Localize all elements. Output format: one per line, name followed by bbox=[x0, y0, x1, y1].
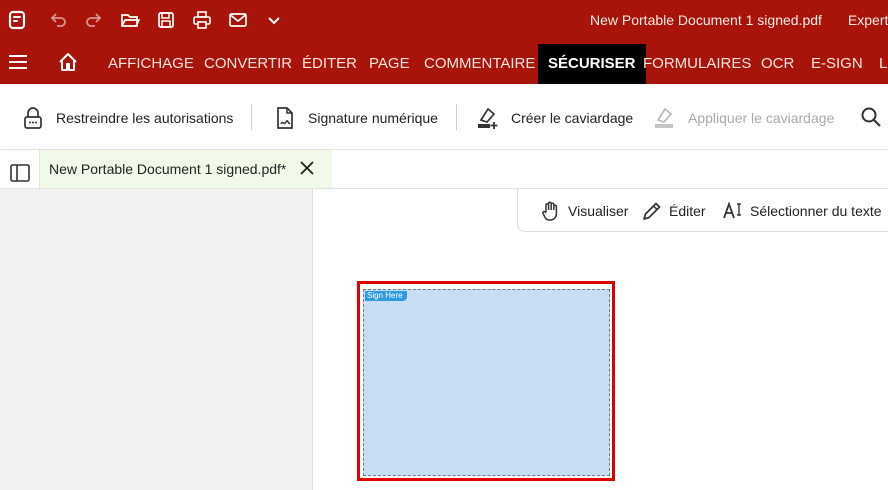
redaction-marker-icon bbox=[478, 107, 498, 129]
panel-toggle-icon[interactable] bbox=[9, 162, 31, 184]
tab-ocr[interactable]: OCR bbox=[761, 40, 794, 84]
tab-e-sign[interactable]: E-SIGN bbox=[811, 40, 863, 84]
restrict-permissions-button[interactable]: Restreindre les autorisations bbox=[22, 104, 233, 132]
sign-here-tag: Sign Here bbox=[365, 291, 407, 301]
digital-signature-label: Signature numérique bbox=[308, 110, 438, 126]
menu-bar: AFFICHAGE CONVERTIR ÉDITER PAGE COMMENTA… bbox=[0, 40, 888, 84]
digital-signature-button[interactable]: Signature numérique bbox=[274, 104, 438, 132]
save-icon[interactable] bbox=[153, 8, 179, 32]
lock-icon bbox=[24, 107, 42, 129]
signature-document-icon bbox=[277, 107, 293, 129]
view-tools-toolbar: Visualiser Éditer Sélectionner du texte bbox=[517, 189, 888, 232]
create-redaction-button[interactable]: Créer le caviardage bbox=[477, 104, 633, 132]
apply-redaction-label: Appliquer le caviardage bbox=[688, 110, 835, 126]
redo-icon[interactable] bbox=[81, 8, 107, 32]
app-edition: Expert bbox=[847, 12, 888, 28]
tab-page[interactable]: PAGE bbox=[369, 40, 410, 84]
hand-icon bbox=[542, 201, 558, 221]
edit-tool-label: Éditer bbox=[669, 203, 706, 219]
title-bar: New Portable Document 1 signed.pdf Expert bbox=[0, 0, 888, 40]
document-tab[interactable]: New Portable Document 1 signed.pdf* bbox=[40, 150, 332, 188]
restrict-permissions-label: Restreindre les autorisations bbox=[56, 110, 234, 126]
select-text-tool-label: Sélectionner du texte bbox=[750, 203, 882, 219]
tab-commentaire[interactable]: COMMENTAIRE bbox=[424, 40, 535, 84]
text-cursor-icon bbox=[723, 201, 741, 219]
ribbon-divider bbox=[456, 104, 457, 130]
apply-redaction-icon bbox=[655, 107, 673, 128]
ribbon-divider bbox=[251, 104, 252, 130]
mail-icon[interactable] bbox=[225, 8, 251, 32]
view-tool-label: Visualiser bbox=[568, 203, 629, 219]
apply-redaction-button[interactable]: Appliquer le caviardage bbox=[654, 104, 834, 132]
tab-convertir[interactable]: CONVERTIR bbox=[204, 40, 292, 84]
create-redaction-label: Créer le caviardage bbox=[511, 110, 634, 126]
tab-lo[interactable]: LO bbox=[879, 40, 888, 84]
document-tab-name: New Portable Document 1 signed.pdf* bbox=[49, 161, 287, 177]
thumbnail-area bbox=[0, 189, 312, 490]
signature-field-area[interactable]: Sign Here bbox=[363, 289, 610, 476]
tab-securiser[interactable]: SÉCURISER bbox=[538, 44, 646, 84]
home-icon[interactable] bbox=[57, 51, 79, 73]
signature-field[interactable]: Sign Here bbox=[357, 281, 615, 481]
view-tool-button[interactable]: Visualiser bbox=[540, 199, 628, 223]
search-icon[interactable] bbox=[860, 106, 882, 128]
edit-tool-button[interactable]: Éditer bbox=[641, 199, 706, 223]
pencil-icon bbox=[643, 202, 661, 220]
chevron-down-icon[interactable] bbox=[261, 8, 287, 32]
tab-formulaires[interactable]: FORMULAIRES bbox=[643, 40, 751, 84]
ribbon-toolbar: Restreindre les autorisations Signature … bbox=[0, 84, 888, 150]
document-title: New Portable Document 1 signed.pdf bbox=[590, 12, 822, 28]
hamburger-menu-icon[interactable] bbox=[8, 53, 28, 71]
undo-icon[interactable] bbox=[45, 8, 71, 32]
print-icon[interactable] bbox=[189, 8, 215, 32]
select-text-tool-button[interactable]: Sélectionner du texte bbox=[722, 199, 882, 223]
close-icon[interactable] bbox=[298, 159, 316, 177]
app-logo-icon[interactable] bbox=[4, 8, 30, 32]
open-folder-icon[interactable] bbox=[117, 8, 143, 32]
tab-affichage[interactable]: AFFICHAGE bbox=[108, 40, 194, 84]
tab-editer[interactable]: ÉDITER bbox=[302, 40, 357, 84]
window-title: New Portable Document 1 signed.pdf Expert bbox=[590, 12, 888, 28]
